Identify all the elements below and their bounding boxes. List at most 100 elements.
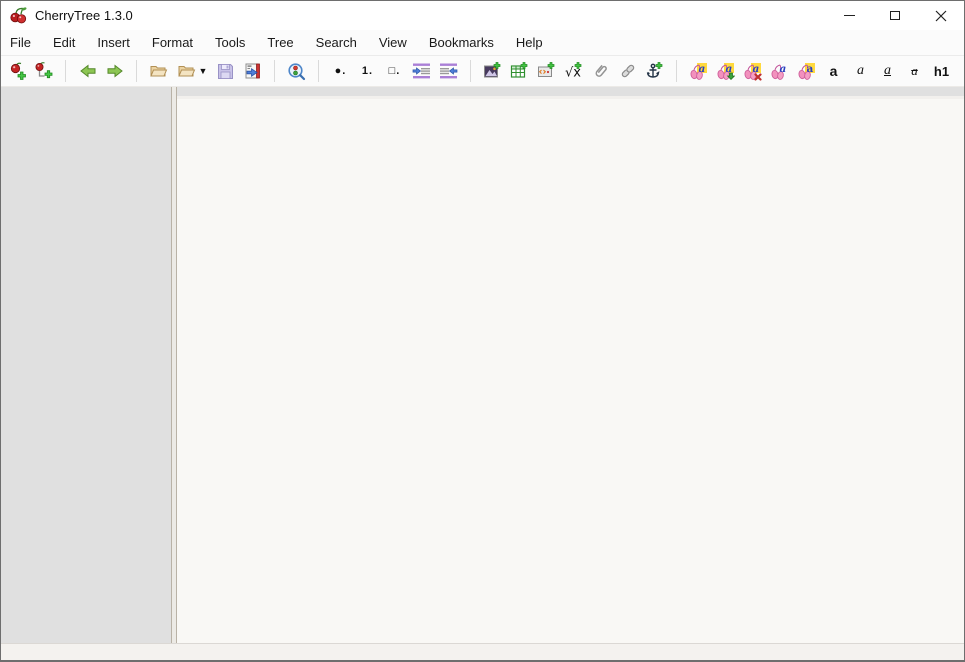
text-color-bg-button[interactable]: a (793, 58, 820, 85)
menu-bookmarks[interactable]: Bookmarks (421, 31, 502, 54)
toolbar-separator (65, 60, 66, 82)
status-bar (1, 643, 964, 660)
svg-text:a: a (807, 62, 814, 74)
underline-icon: a (884, 63, 891, 78)
new-subnode-icon (35, 62, 53, 79)
recent-docs-icon (177, 66, 195, 77)
go-forward-icon (107, 64, 123, 78)
italic-button[interactable]: a (847, 58, 874, 85)
window-controls (826, 1, 964, 30)
find-button[interactable] (283, 58, 310, 85)
menu-format[interactable]: Format (144, 31, 201, 54)
anchor-icon (646, 62, 663, 78)
paperclip-icon (595, 64, 607, 77)
chevron-down-icon: ▼ (198, 66, 208, 76)
bullet-list-button[interactable]: ●. (327, 58, 354, 85)
menu-tree[interactable]: Tree (259, 31, 301, 54)
insert-codebox-button[interactable] (533, 58, 560, 85)
bold-button[interactable]: a (820, 58, 847, 85)
find-icon (288, 62, 306, 80)
save-icon (218, 63, 233, 79)
text-color-fg-icon: a (771, 62, 787, 80)
new-subnode-button[interactable] (30, 58, 57, 85)
toolbar-separator (470, 60, 471, 82)
go-back-button[interactable] (74, 58, 101, 85)
toolbar: ▼ ●. 1. □. √x a a a a a a a a a h1 (1, 56, 965, 87)
unindent-button[interactable] (435, 58, 462, 85)
link-icon (621, 64, 634, 78)
strikethrough-icon: a (911, 63, 918, 78)
indent-icon (412, 63, 430, 79)
insert-image-icon (484, 62, 501, 78)
open-file-icon (150, 66, 168, 77)
menu-file[interactable]: File (2, 31, 39, 54)
menu-tools[interactable]: Tools (207, 31, 253, 54)
toolbar-separator (274, 60, 275, 82)
app-window: CherryTree 1.3.0 File Edit Insert Format… (0, 0, 965, 662)
main-area (1, 87, 964, 643)
toolbar-separator (136, 60, 137, 82)
menu-edit[interactable]: Edit (45, 31, 83, 54)
maximize-icon (890, 11, 900, 20)
bold-icon: a (829, 63, 838, 79)
todo-list-button[interactable]: □. (381, 58, 408, 85)
format-latest-button[interactable]: a (685, 58, 712, 85)
menu-search[interactable]: Search (308, 31, 365, 54)
indent-button[interactable] (408, 58, 435, 85)
numbered-list-icon: 1. (361, 65, 374, 77)
maximize-button[interactable] (872, 1, 918, 30)
format-latest-icon: a (690, 62, 707, 80)
save-button[interactable] (212, 58, 239, 85)
insert-link-button[interactable] (614, 58, 641, 85)
heading-dropdown-button[interactable]: ▼ (955, 58, 965, 85)
go-forward-button[interactable] (101, 58, 128, 85)
menu-help[interactable]: Help (508, 31, 551, 54)
numbered-list-button[interactable]: 1. (354, 58, 381, 85)
format-apply-icon: a (717, 62, 735, 80)
unindent-icon (440, 63, 458, 79)
content-area (177, 87, 964, 643)
svg-text:a: a (753, 62, 760, 74)
editor-top-band (177, 87, 964, 99)
format-clear-icon: a (744, 62, 762, 81)
format-apply-button[interactable]: a (712, 58, 739, 85)
heading-h1-icon: h1 (933, 63, 950, 79)
italic-icon: a (857, 63, 864, 78)
insert-latex-button[interactable]: √x (560, 58, 587, 85)
insert-anchor-button[interactable] (641, 58, 668, 85)
cherrytree-logo-icon (9, 6, 28, 25)
heading-h1-button[interactable]: h1 (928, 58, 955, 85)
new-node-button[interactable] (3, 58, 30, 85)
recent-docs-button[interactable]: ▼ (172, 58, 212, 85)
svg-text:a: a (780, 62, 787, 74)
close-button[interactable] (918, 1, 964, 30)
format-clear-button[interactable]: a (739, 58, 766, 85)
new-node-icon (10, 62, 26, 80)
insert-image-button[interactable] (479, 58, 506, 85)
toolbar-separator (318, 60, 319, 82)
todo-list-icon: □. (388, 65, 401, 77)
svg-text:a: a (699, 62, 706, 74)
go-back-icon (79, 64, 95, 78)
toolbar-separator (676, 60, 677, 82)
insert-codebox-icon (538, 62, 555, 77)
insert-table-button[interactable] (506, 58, 533, 85)
insert-table-icon (510, 62, 528, 78)
text-color-fg-button[interactable]: a (766, 58, 793, 85)
quit-app-button[interactable] (239, 58, 266, 85)
insert-file-button[interactable] (587, 58, 614, 85)
close-icon (935, 10, 947, 21)
title-bar: CherryTree 1.3.0 (1, 1, 964, 30)
tree-panel[interactable] (1, 87, 171, 643)
menu-view[interactable]: View (371, 31, 415, 54)
minimize-icon (843, 15, 855, 16)
menu-insert[interactable]: Insert (89, 31, 138, 54)
strikethrough-button[interactable]: a (901, 58, 928, 85)
minimize-button[interactable] (826, 1, 872, 30)
text-editor[interactable] (177, 99, 964, 643)
underline-button[interactable]: a (874, 58, 901, 85)
menu-bar: File Edit Insert Format Tools Tree Searc… (1, 30, 964, 56)
bullet-list-icon: ●. (334, 65, 347, 77)
insert-latex-icon: √x (565, 62, 582, 80)
open-file-button[interactable] (145, 58, 172, 85)
